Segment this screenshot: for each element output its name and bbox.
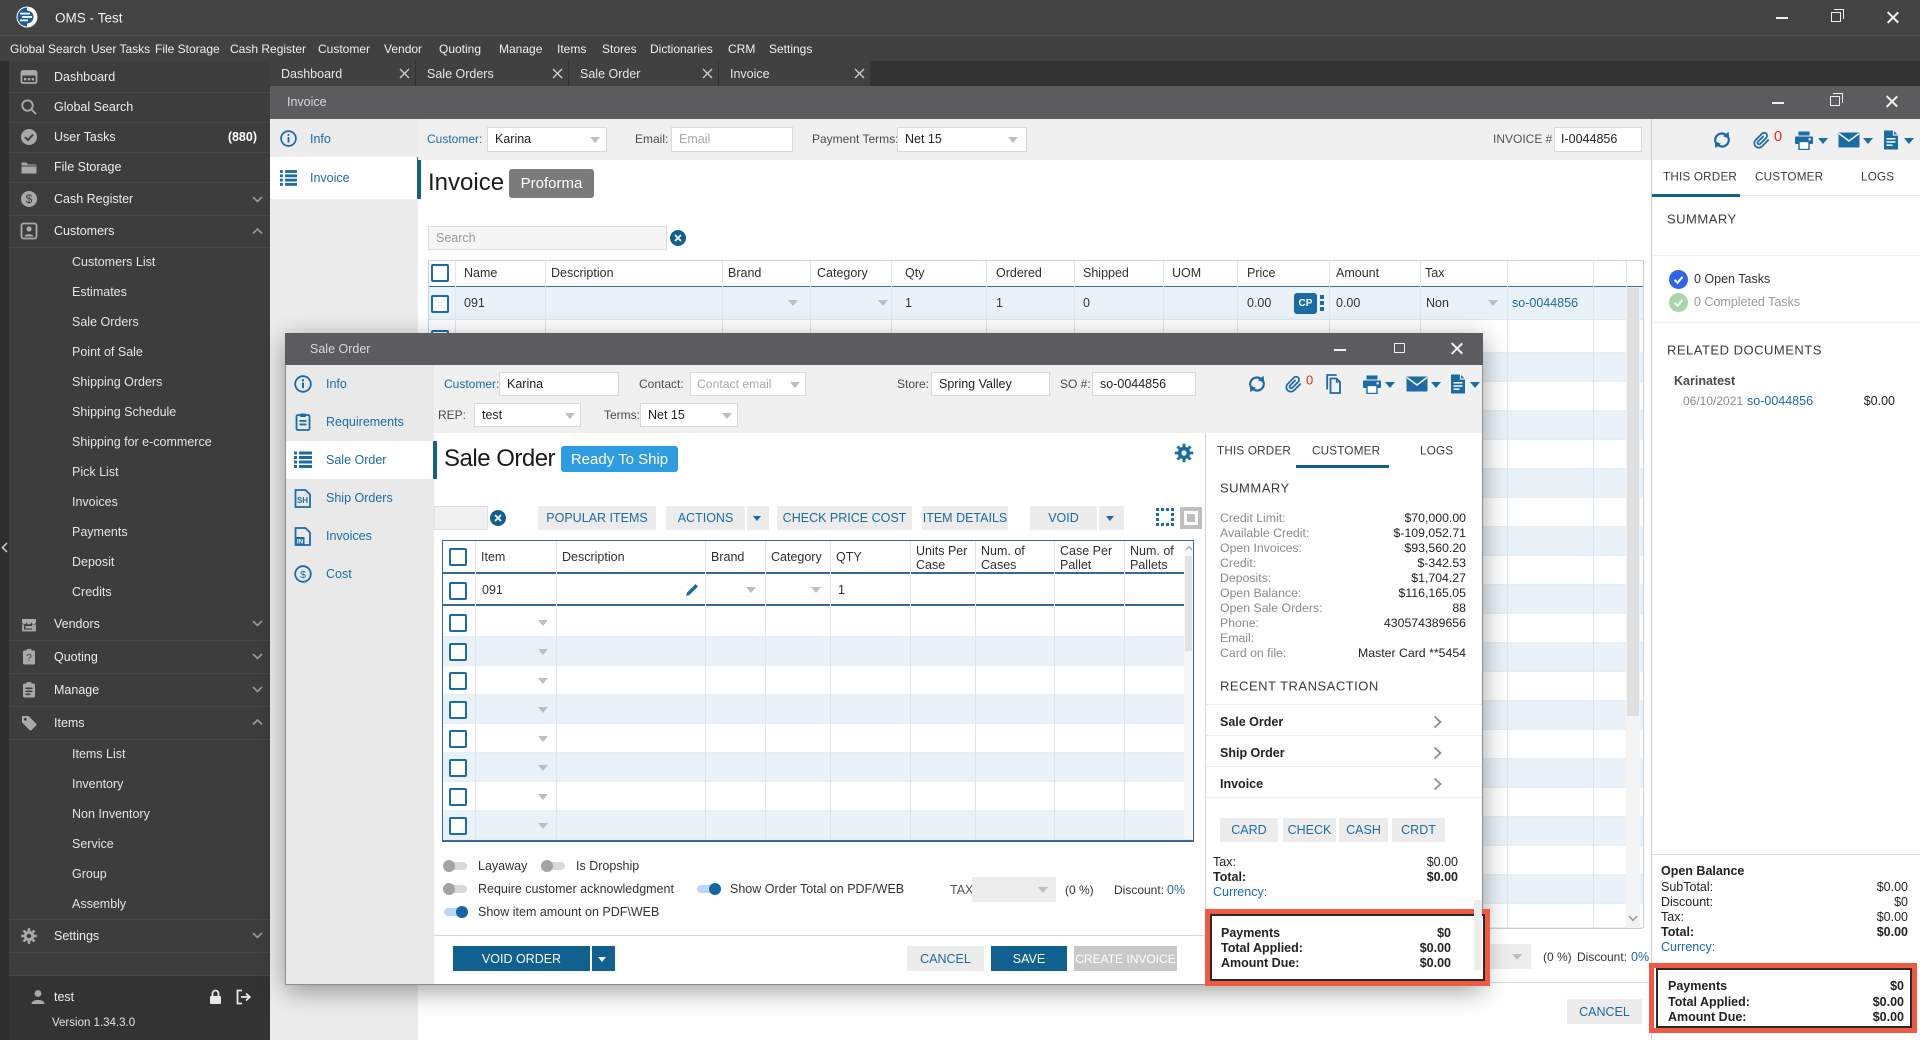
- svg-text:SH: SH: [297, 496, 308, 505]
- svg-text:?: ?: [26, 652, 32, 664]
- svg-text:$: $: [300, 569, 306, 581]
- svg-text:IN: IN: [297, 539, 304, 546]
- svg-text:$: $: [26, 192, 33, 206]
